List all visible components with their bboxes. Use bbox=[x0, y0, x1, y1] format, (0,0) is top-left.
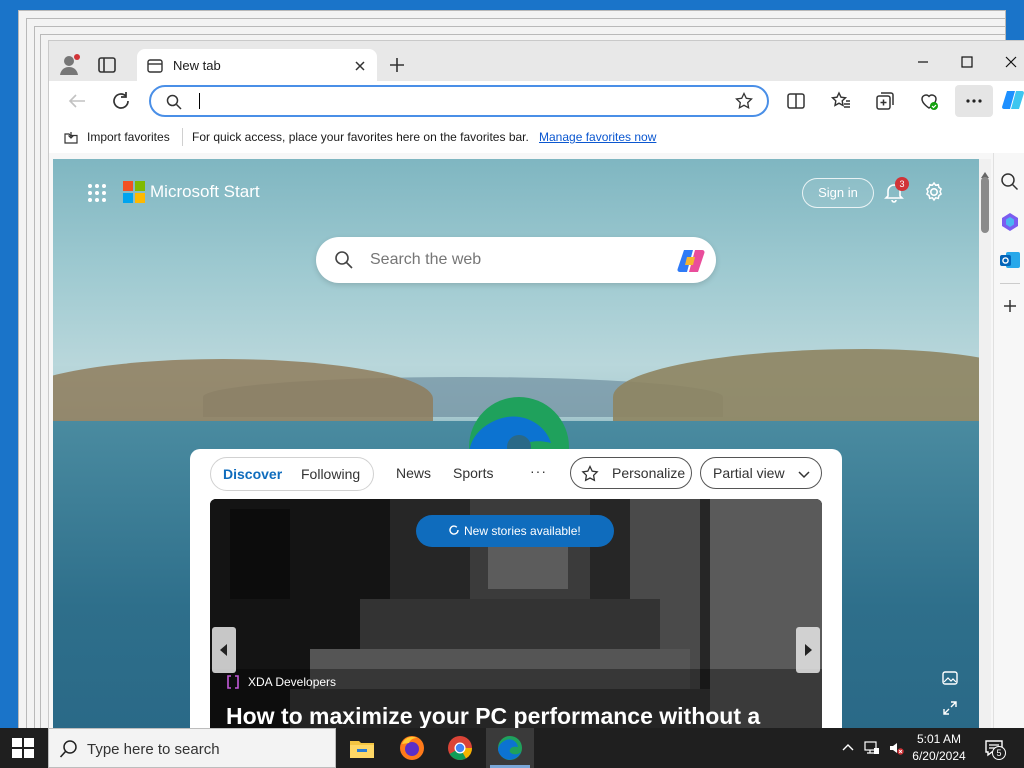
story-headline[interactable]: How to maximize your PC performance with… bbox=[226, 703, 760, 730]
copilot-icon[interactable] bbox=[1001, 87, 1024, 113]
clock-time: 5:01 AM bbox=[916, 732, 962, 746]
tab-strip: New tab bbox=[49, 41, 1024, 83]
personalize-icon bbox=[581, 464, 599, 483]
volume-muted-icon[interactable] bbox=[888, 740, 904, 756]
notification-count-badge: 5 bbox=[992, 746, 1006, 760]
tab-title: New tab bbox=[173, 58, 221, 73]
plus-icon[interactable] bbox=[387, 55, 407, 75]
minimize-icon[interactable] bbox=[903, 47, 943, 77]
system-clock[interactable]: 5:01 AM 6/20/2024 bbox=[906, 731, 972, 765]
view-mode-label: Partial view bbox=[713, 465, 785, 481]
edge-sidebar bbox=[993, 153, 1024, 730]
xda-logo-icon bbox=[226, 675, 240, 689]
feed-tab-group: Discover Following bbox=[210, 457, 374, 491]
back-icon[interactable] bbox=[65, 89, 89, 113]
personalize-label: Personalize bbox=[612, 465, 686, 481]
search-icon bbox=[165, 93, 183, 111]
notification-badge: 3 bbox=[895, 177, 909, 191]
maximize-icon[interactable] bbox=[947, 47, 987, 77]
close-icon[interactable] bbox=[351, 57, 369, 75]
background-image-icon[interactable] bbox=[941, 669, 959, 687]
address-input[interactable] bbox=[197, 90, 717, 112]
microsoft-365-icon[interactable] bbox=[999, 211, 1021, 233]
scroll-up-icon[interactable] bbox=[981, 165, 989, 178]
copilot-icon[interactable] bbox=[676, 247, 706, 275]
new-tab-favicon bbox=[147, 58, 163, 74]
web-search-box[interactable] bbox=[316, 237, 716, 283]
tab-discover[interactable]: Discover bbox=[223, 466, 282, 482]
scrollbar-thumb[interactable] bbox=[981, 177, 989, 233]
tab-following[interactable]: Following bbox=[301, 466, 360, 482]
brand-name[interactable]: Microsoft Start bbox=[150, 182, 260, 202]
new-stories-button[interactable]: New stories available! bbox=[416, 515, 614, 547]
search-icon[interactable] bbox=[999, 171, 1021, 193]
outlook-icon[interactable] bbox=[999, 249, 1021, 271]
search-icon bbox=[59, 739, 79, 759]
favorites-bar-message: For quick access, place your favorites h… bbox=[192, 130, 529, 144]
chevron-down-icon bbox=[797, 467, 811, 481]
news-feed: Discover Following News Sports ··· Perso… bbox=[190, 449, 842, 730]
taskbar-search-box[interactable] bbox=[48, 728, 336, 768]
refresh-icon[interactable] bbox=[109, 89, 133, 113]
carousel-prev-button[interactable] bbox=[212, 627, 236, 673]
taskbar: 5:01 AM 6/20/2024 5 bbox=[0, 728, 1024, 768]
collections-icon[interactable] bbox=[874, 90, 896, 112]
favorites-icon[interactable] bbox=[830, 90, 852, 112]
manage-favorites-link[interactable]: Manage favorites now bbox=[539, 130, 656, 144]
app-launcher-icon[interactable] bbox=[87, 183, 107, 203]
text-cursor bbox=[199, 93, 200, 109]
import-icon bbox=[63, 129, 79, 145]
network-icon[interactable] bbox=[864, 740, 880, 756]
personalize-button[interactable]: Personalize bbox=[570, 457, 692, 489]
browser-essentials-icon[interactable] bbox=[918, 90, 940, 112]
windows-start-icon[interactable] bbox=[12, 738, 34, 758]
microsoft-logo-icon bbox=[123, 181, 145, 203]
new-tab-page: Microsoft Start Sign in 3 Discover Follo… bbox=[53, 159, 979, 730]
favorites-bar: Import favorites For quick access, place… bbox=[49, 121, 1024, 153]
file-explorer-icon[interactable] bbox=[348, 734, 376, 762]
view-mode-dropdown[interactable]: Partial view bbox=[700, 457, 822, 489]
profile-icon[interactable] bbox=[59, 53, 83, 77]
more-nav-button[interactable]: ··· bbox=[530, 463, 547, 479]
chevron-up-icon[interactable] bbox=[840, 740, 856, 756]
more-icon[interactable] bbox=[955, 85, 993, 117]
divider bbox=[182, 128, 183, 146]
nav-news[interactable]: News bbox=[396, 465, 431, 481]
firefox-icon[interactable] bbox=[398, 734, 426, 762]
tab-actions-icon[interactable] bbox=[97, 55, 117, 75]
background-hill-right bbox=[613, 349, 979, 429]
clock-date: 6/20/2024 bbox=[912, 749, 966, 763]
browser-toolbar bbox=[49, 81, 1024, 121]
carousel-next-button[interactable] bbox=[796, 627, 820, 673]
nav-sports[interactable]: Sports bbox=[453, 465, 493, 481]
edge-icon[interactable] bbox=[496, 734, 524, 762]
web-search-input[interactable] bbox=[370, 249, 650, 271]
taskbar-search-input[interactable] bbox=[87, 738, 327, 760]
search-icon bbox=[334, 250, 354, 270]
edge-browser-window: New tab Import favorites For quick acces… bbox=[48, 40, 1024, 730]
plus-icon[interactable] bbox=[999, 295, 1021, 317]
refresh-icon bbox=[448, 524, 460, 536]
address-bar[interactable] bbox=[149, 85, 769, 117]
vertical-scrollbar[interactable] bbox=[979, 159, 991, 730]
tab-new-tab[interactable]: New tab bbox=[137, 49, 377, 83]
close-window-icon[interactable] bbox=[991, 47, 1024, 77]
chrome-icon[interactable] bbox=[446, 734, 474, 762]
new-stories-label: New stories available! bbox=[464, 524, 581, 538]
sign-in-button[interactable]: Sign in bbox=[802, 178, 874, 208]
settings-icon[interactable] bbox=[923, 181, 945, 203]
expand-icon[interactable] bbox=[941, 699, 959, 717]
featured-story-card[interactable]: New stories available! XDA Developers Ho… bbox=[210, 499, 822, 730]
import-favorites-label: Import favorites bbox=[87, 130, 170, 144]
divider bbox=[1000, 283, 1020, 284]
story-source-label: XDA Developers bbox=[248, 675, 337, 689]
star-icon[interactable] bbox=[735, 91, 753, 110]
split-screen-icon[interactable] bbox=[785, 90, 807, 112]
